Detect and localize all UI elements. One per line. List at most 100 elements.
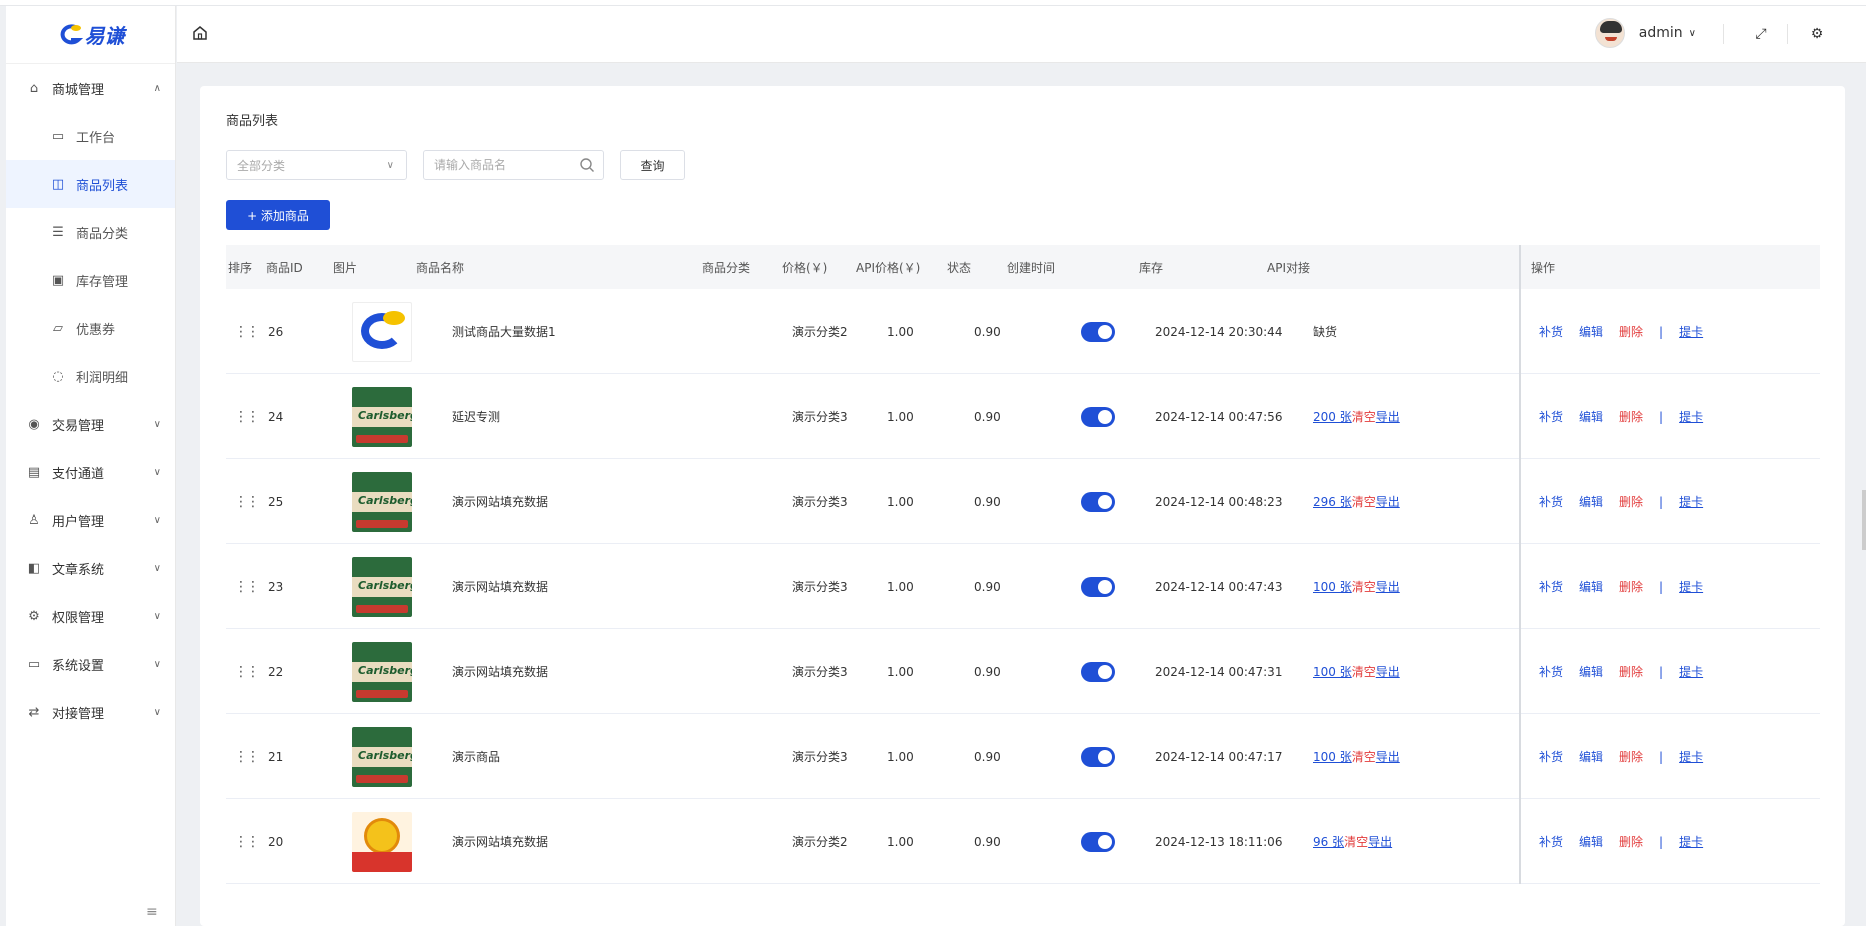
export-stock-link[interactable]: 导出: [1368, 833, 1392, 850]
clear-stock-link[interactable]: 清空: [1352, 493, 1376, 510]
stock-count-link[interactable]: 296 张: [1313, 493, 1352, 510]
chevron-down-icon: ∨: [153, 418, 161, 430]
drag-handle-icon[interactable]: ⋮⋮: [234, 579, 260, 595]
clear-stock-link[interactable]: 清空: [1352, 408, 1376, 425]
edit-link[interactable]: 编辑: [1579, 663, 1603, 680]
restock-link[interactable]: 补货: [1539, 578, 1563, 595]
extract-card-link[interactable]: 提卡: [1679, 833, 1703, 850]
status-toggle[interactable]: [1081, 746, 1115, 767]
column-header: 操作: [1531, 260, 1556, 275]
restock-link[interactable]: 补货: [1539, 748, 1563, 765]
status-toggle[interactable]: [1081, 406, 1115, 427]
extract-card-link[interactable]: 提卡: [1679, 663, 1703, 680]
clear-stock-link[interactable]: 清空: [1352, 578, 1376, 595]
folder-icon: ▱: [53, 320, 63, 336]
store-icon: ⌂: [29, 80, 39, 96]
extract-card-link[interactable]: 提卡: [1679, 578, 1703, 595]
chevron-up-icon: ∧: [153, 82, 161, 94]
export-stock-link[interactable]: 导出: [1376, 663, 1400, 680]
delete-link[interactable]: 删除: [1619, 663, 1643, 680]
username: admin: [1638, 25, 1683, 41]
sidebar-item-5[interactable]: ◌ 利润明细: [6, 352, 175, 400]
export-stock-link[interactable]: 导出: [1376, 578, 1400, 595]
drag-handle-icon[interactable]: ⋮⋮: [234, 664, 260, 680]
drag-handle-icon[interactable]: ⋮⋮: [234, 749, 260, 765]
category-select[interactable]: 全部分类 ∨: [226, 150, 407, 180]
logo[interactable]: 易谦: [6, 6, 175, 64]
restock-link[interactable]: 补货: [1539, 663, 1563, 680]
restock-link[interactable]: 补货: [1539, 493, 1563, 510]
sidebar-group-5[interactable]: ⚙ 权限管理 ∨: [6, 592, 175, 640]
page-title: 商品列表: [226, 114, 279, 129]
query-button[interactable]: 查询: [620, 150, 685, 180]
sidebar-group-1[interactable]: ◉ 交易管理 ∨: [6, 400, 175, 448]
extract-card-link[interactable]: 提卡: [1679, 323, 1703, 340]
collapse-menu-icon[interactable]: ≡: [146, 904, 158, 920]
extract-card-link[interactable]: 提卡: [1679, 493, 1703, 510]
home-icon[interactable]: [191, 24, 209, 42]
sidebar-item-3[interactable]: ▣ 库存管理: [6, 256, 175, 304]
edit-link[interactable]: 编辑: [1579, 748, 1603, 765]
status-toggle[interactable]: [1081, 831, 1115, 852]
sidebar-group-label: 系统设置: [52, 658, 105, 674]
restock-link[interactable]: 补货: [1539, 323, 1563, 340]
product-category: 演示分类3: [792, 495, 848, 509]
sidebar-group-2[interactable]: ▤ 支付通道 ∨: [6, 448, 175, 496]
stock-count-link[interactable]: 100 张: [1313, 578, 1352, 595]
stock-count-link[interactable]: 100 张: [1313, 748, 1352, 765]
export-stock-link[interactable]: 导出: [1376, 748, 1400, 765]
settings-monitor-icon: ▭: [27, 656, 41, 672]
delete-link[interactable]: 删除: [1619, 493, 1643, 510]
clear-stock-link[interactable]: 清空: [1352, 663, 1376, 680]
restock-link[interactable]: 补货: [1539, 833, 1563, 850]
sidebar-group-6[interactable]: ▭ 系统设置 ∨: [6, 640, 175, 688]
drag-handle-icon[interactable]: ⋮⋮: [234, 324, 260, 340]
drag-handle-icon[interactable]: ⋮⋮: [234, 494, 260, 510]
edit-link[interactable]: 编辑: [1579, 408, 1603, 425]
payment-icon: ▤: [27, 464, 41, 480]
status-toggle[interactable]: [1081, 661, 1115, 682]
clear-stock-link[interactable]: 清空: [1352, 748, 1376, 765]
sidebar-item-2[interactable]: ☰ 商品分类: [6, 208, 175, 256]
edit-link[interactable]: 编辑: [1579, 323, 1603, 340]
extract-card-link[interactable]: 提卡: [1679, 748, 1703, 765]
sidebar-group-4[interactable]: ◧ 文章系统 ∨: [6, 544, 175, 592]
sidebar-item-4[interactable]: ▱ 优惠券: [6, 304, 175, 352]
search-icon[interactable]: [579, 157, 595, 173]
sidebar-item-1[interactable]: ◫ 商品列表: [6, 160, 175, 208]
fullscreen-icon[interactable]: ⤢: [1751, 24, 1771, 44]
stock-count-link[interactable]: 200 张: [1313, 408, 1352, 425]
column-header: 商品名称: [416, 260, 465, 275]
delete-link[interactable]: 删除: [1619, 578, 1643, 595]
user-menu[interactable]: admin ∨: [1594, 18, 1696, 48]
add-product-button[interactable]: + 添加商品: [226, 200, 330, 230]
product-id: 20: [268, 834, 284, 849]
restock-link[interactable]: 补货: [1539, 408, 1563, 425]
sidebar-group-7[interactable]: ⇄ 对接管理 ∨: [6, 688, 175, 736]
sidebar-item-0[interactable]: ▭ 工作台: [6, 112, 175, 160]
clear-stock-link[interactable]: 清空: [1344, 833, 1368, 850]
edit-link[interactable]: 编辑: [1579, 493, 1603, 510]
search-input[interactable]: [423, 150, 604, 180]
delete-link[interactable]: 删除: [1619, 748, 1643, 765]
drag-handle-icon[interactable]: ⋮⋮: [234, 409, 260, 425]
status-toggle[interactable]: [1081, 321, 1115, 342]
delete-link[interactable]: 删除: [1619, 408, 1643, 425]
export-stock-link[interactable]: 导出: [1376, 408, 1400, 425]
page-scrollbar[interactable]: [1862, 490, 1866, 550]
delete-link[interactable]: 删除: [1619, 833, 1643, 850]
status-toggle[interactable]: [1081, 491, 1115, 512]
sidebar-group-0[interactable]: ⌂ 商城管理 ∧: [6, 64, 175, 112]
extract-card-link[interactable]: 提卡: [1679, 408, 1703, 425]
ops-divider: |: [1659, 409, 1664, 424]
stock-count-link[interactable]: 100 张: [1313, 663, 1352, 680]
drag-handle-icon[interactable]: ⋮⋮: [234, 834, 260, 850]
stock-count-link[interactable]: 96 张: [1313, 833, 1344, 850]
settings-icon[interactable]: ⚙: [1807, 24, 1827, 44]
delete-link[interactable]: 删除: [1619, 323, 1643, 340]
sidebar-group-3[interactable]: ♙ 用户管理 ∨: [6, 496, 175, 544]
export-stock-link[interactable]: 导出: [1376, 493, 1400, 510]
status-toggle[interactable]: [1081, 576, 1115, 597]
edit-link[interactable]: 编辑: [1579, 833, 1603, 850]
edit-link[interactable]: 编辑: [1579, 578, 1603, 595]
